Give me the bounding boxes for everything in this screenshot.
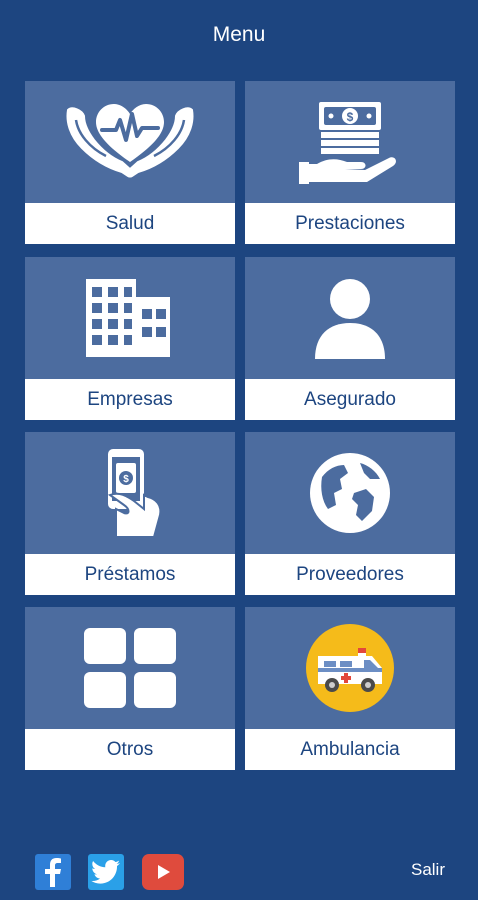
menu-tile-label: Ambulancia: [245, 729, 455, 770]
menu-tile-asegurado[interactable]: Asegurado: [245, 257, 455, 420]
logout-button[interactable]: Salir: [411, 860, 445, 880]
building-icon: [25, 257, 235, 379]
menu-tile-label: Prestaciones: [245, 203, 455, 244]
menu-tile-prestaciones[interactable]: $ Prestaciones: [245, 81, 455, 244]
ambulance-icon: [245, 607, 455, 729]
money-hand-icon: $: [245, 81, 455, 203]
menu-tile-empresas[interactable]: Empresas: [25, 257, 235, 420]
facebook-icon[interactable]: [35, 854, 71, 890]
menu-tile-ambulancia[interactable]: Ambulancia: [245, 607, 455, 770]
heart-hands-icon: [25, 81, 235, 203]
menu-tile-label: Asegurado: [245, 379, 455, 420]
svg-text:$: $: [123, 474, 129, 485]
globe-icon: [245, 432, 455, 554]
menu-tile-label: Otros: [25, 729, 235, 770]
twitter-icon[interactable]: [88, 854, 124, 890]
menu-tile-prestamos[interactable]: $ Préstamos: [25, 432, 235, 595]
menu-grid: Salud $ Prestaciones Empresas Asegurado …: [0, 0, 478, 780]
menu-tile-otros[interactable]: Otros: [25, 607, 235, 770]
footer-bar: Salir: [0, 840, 478, 900]
menu-tile-proveedores[interactable]: Proveedores: [245, 432, 455, 595]
menu-tile-label: Préstamos: [25, 554, 235, 595]
youtube-icon[interactable]: [142, 854, 184, 890]
menu-tile-label: Empresas: [25, 379, 235, 420]
menu-tile-salud[interactable]: Salud: [25, 81, 235, 244]
hand-phone-money-icon: $: [25, 432, 235, 554]
person-icon: [245, 257, 455, 379]
menu-tile-label: Salud: [25, 203, 235, 244]
grid-icon: [25, 607, 235, 729]
svg-text:$: $: [347, 110, 354, 124]
menu-tile-label: Proveedores: [245, 554, 455, 595]
